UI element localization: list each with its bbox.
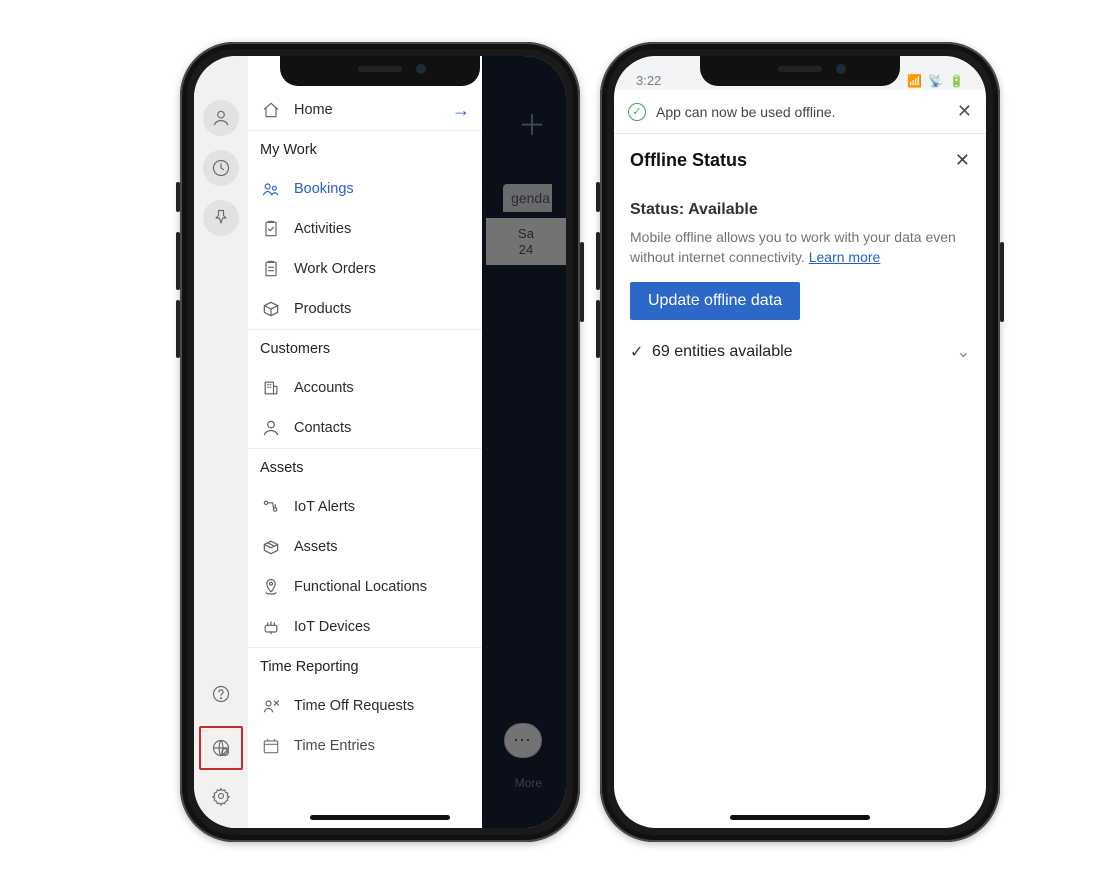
home-indicator[interactable] <box>730 815 870 820</box>
gear-icon <box>211 786 231 806</box>
menu-item-iot-devices[interactable]: IoT Devices <box>248 607 482 647</box>
menu-item-label: Time Off Requests <box>294 698 414 714</box>
phone-notch <box>280 56 480 86</box>
menu-item-label: Assets <box>294 539 338 555</box>
menu-section-assets: Assets <box>248 448 482 487</box>
toast-close-button[interactable]: ✕ <box>957 101 972 122</box>
rail-offline-button[interactable] <box>203 730 239 766</box>
home-indicator[interactable] <box>310 815 450 820</box>
rail-help-button[interactable] <box>203 676 239 712</box>
offline-status-header: Offline Status ✕ <box>614 134 986 181</box>
phone-side-button <box>176 232 180 290</box>
globe-icon <box>211 738 231 758</box>
menu-section-my-work: My Work <box>248 130 482 169</box>
menu-item-assets[interactable]: Assets <box>248 527 482 567</box>
status-time: 3:22 <box>636 73 661 88</box>
offline-toast: ✓ App can now be used offline. ✕ <box>614 90 986 134</box>
pane-title: Offline Status <box>630 150 747 171</box>
menu-item-label: Time Entries <box>294 738 375 754</box>
menu-section-customers: Customers <box>248 329 482 368</box>
status-value: Available <box>688 201 758 218</box>
alert-icon <box>260 496 282 518</box>
offline-status-body: Status: Available Mobile offline allows … <box>614 181 986 368</box>
box-open-icon <box>260 536 282 558</box>
menu-item-accounts[interactable]: Accounts <box>248 368 482 408</box>
pane-close-button[interactable]: ✕ <box>955 150 970 171</box>
nav-rail <box>194 56 248 828</box>
clipboard-icon <box>260 258 282 280</box>
menu-item-label: Functional Locations <box>294 579 427 595</box>
location-icon <box>260 576 282 598</box>
status-label: Status: <box>630 201 684 218</box>
update-offline-data-button[interactable]: Update offline data <box>630 282 800 320</box>
phone-side-button <box>176 182 180 212</box>
phone-frame-right: 3:22 📶 📡 🔋 ✓ App can now be used offline… <box>600 42 1000 842</box>
clipboard-check-icon <box>260 218 282 240</box>
menu-item-iot-alerts[interactable]: IoT Alerts <box>248 487 482 527</box>
phone-side-button <box>176 300 180 358</box>
menu-item-label: Activities <box>294 221 351 237</box>
nav-drawer: Home → My Work Bookings Act <box>194 56 482 828</box>
menu-item-label: Work Orders <box>294 261 376 277</box>
phone-side-button <box>596 232 600 290</box>
person-icon <box>260 417 282 439</box>
phone-side-button <box>596 300 600 358</box>
check-icon: ✓ <box>630 342 652 362</box>
offline-highlight <box>199 726 243 770</box>
menu-item-home[interactable]: Home → <box>248 90 482 130</box>
entities-label: 69 entities available <box>652 343 793 361</box>
pin-icon <box>211 208 231 228</box>
menu-section-time-reporting: Time Reporting <box>248 647 482 686</box>
battery-icon: 🔋 <box>949 74 964 88</box>
menu-item-activities[interactable]: Activities <box>248 209 482 249</box>
signal-icon: 📶 <box>907 74 922 88</box>
success-icon: ✓ <box>628 103 646 121</box>
help-icon <box>211 684 231 704</box>
entities-row[interactable]: ✓ 69 entities available ⌄ <box>630 342 970 362</box>
home-icon <box>260 99 282 121</box>
phone-frame-left: ＋ genda Sa 24 ⋯ More <box>180 42 580 842</box>
menu-item-label: Products <box>294 301 351 317</box>
chevron-down-icon: ⌄ <box>957 342 970 362</box>
menu-item-time-entries[interactable]: Time Entries <box>248 726 482 766</box>
phone-side-button <box>596 182 600 212</box>
rail-recent-button[interactable] <box>203 150 239 186</box>
arrow-right-icon: → <box>452 100 470 121</box>
description-text: Mobile offline allows you to work with y… <box>630 229 956 265</box>
rail-profile-button[interactable] <box>203 100 239 136</box>
status-line: Status: Available <box>630 201 970 219</box>
menu-item-functional-locations[interactable]: Functional Locations <box>248 567 482 607</box>
toast-message: App can now be used offline. <box>656 104 836 120</box>
menu-item-contacts[interactable]: Contacts <box>248 408 482 448</box>
menu-item-label: Accounts <box>294 380 354 396</box>
box-icon <box>260 298 282 320</box>
menu-item-products[interactable]: Products <box>248 289 482 329</box>
menu-item-label: Home <box>294 102 333 118</box>
clock-icon <box>211 158 231 178</box>
phone-side-button <box>580 242 584 322</box>
people-icon <box>260 178 282 200</box>
time-off-icon <box>260 695 282 717</box>
person-icon <box>211 108 231 128</box>
calendar-icon <box>260 735 282 757</box>
menu-item-bookings[interactable]: Bookings <box>248 169 482 209</box>
rail-pin-button[interactable] <box>203 200 239 236</box>
menu-item-label: Bookings <box>294 181 354 197</box>
rail-settings-button[interactable] <box>203 778 239 814</box>
offline-description: Mobile offline allows you to work with y… <box>630 227 970 268</box>
device-icon <box>260 616 282 638</box>
menu-item-label: IoT Devices <box>294 619 370 635</box>
phone-side-button <box>1000 242 1004 322</box>
nav-menu: Home → My Work Bookings Act <box>248 56 482 828</box>
learn-more-link[interactable]: Learn more <box>809 249 881 265</box>
phone-notch <box>700 56 900 86</box>
wifi-icon: 📡 <box>928 74 943 88</box>
menu-item-label: Contacts <box>294 420 351 436</box>
menu-item-label: IoT Alerts <box>294 499 355 515</box>
menu-item-time-off-requests[interactable]: Time Off Requests <box>248 686 482 726</box>
menu-item-work-orders[interactable]: Work Orders <box>248 249 482 289</box>
building-icon <box>260 377 282 399</box>
